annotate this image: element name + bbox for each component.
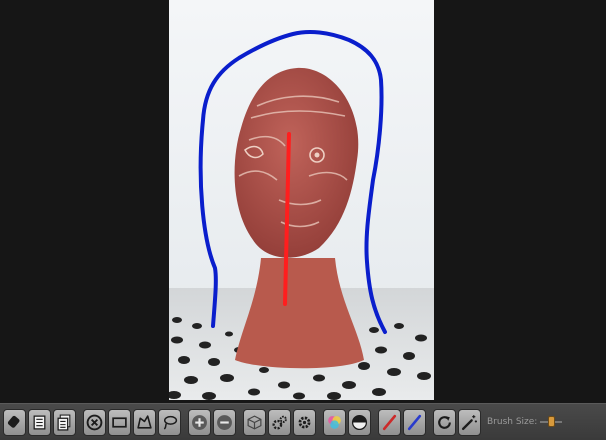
gears-icon [272,415,287,430]
polygon-select-icon [137,414,152,429]
half-circle-icon [351,414,368,430]
color-wheel-icon [328,415,341,429]
zoom-out-button[interactable] [213,408,236,436]
refresh-button[interactable] [433,408,456,436]
photo-image [169,0,434,400]
background-brush-button[interactable] [378,408,401,436]
refresh-icon [438,415,451,429]
brush-size-slider[interactable] [540,415,563,429]
cancel-circle-icon [86,414,103,430]
new-document-button[interactable] [28,408,51,436]
color-picker-button[interactable] [323,408,346,436]
rectangle-select-icon [112,416,127,428]
magic-wand-icon [461,414,477,430]
cancel-button[interactable] [83,408,106,436]
magic-wand-button[interactable] [458,408,481,436]
zoom-in-icon [192,414,207,430]
polygon-select-button[interactable] [133,408,156,436]
foreground-brush-button[interactable] [403,408,426,436]
settings-button[interactable] [293,408,316,436]
bottom-toolbar: Brush Size: [0,403,606,440]
documents-button[interactable] [53,408,76,436]
red-brush-icon [382,414,397,430]
lasso-select-icon [163,415,178,430]
lasso-select-button[interactable] [158,408,181,436]
eraser-icon [7,415,20,428]
process-settings-button[interactable] [268,408,291,436]
contrast-button[interactable] [348,408,371,436]
image-viewport[interactable] [0,0,606,403]
eraser-button[interactable] [3,408,26,436]
zoom-in-button[interactable] [188,408,211,436]
slider-thumb[interactable] [548,416,556,427]
brush-size-label: Brush Size: [487,417,538,427]
blue-brush-icon [407,414,422,430]
documents-icon [57,414,71,431]
3d-view-button[interactable] [243,408,266,436]
gear-icon [298,416,311,428]
photo-canvas[interactable] [169,0,434,400]
document-icon [33,414,46,430]
cube-icon [247,414,262,430]
zoom-out-icon [217,414,232,430]
rectangle-select-button[interactable] [108,408,131,436]
